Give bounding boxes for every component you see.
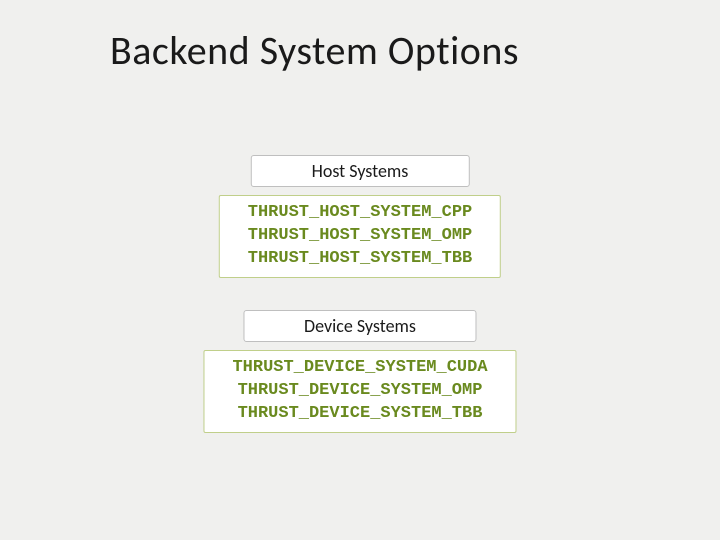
slide: Backend System Options Host Systems THRU… <box>0 0 720 540</box>
device-option-tbb: THRUST_DEVICE_SYSTEM_TBB <box>232 403 487 426</box>
host-systems-group: Host Systems THRUST_HOST_SYSTEM_CPP THRU… <box>219 155 501 278</box>
device-option-omp: THRUST_DEVICE_SYSTEM_OMP <box>232 380 487 403</box>
host-option-omp: THRUST_HOST_SYSTEM_OMP <box>248 225 472 248</box>
host-systems-label: Host Systems <box>251 155 470 187</box>
host-option-tbb: THRUST_HOST_SYSTEM_TBB <box>248 248 472 271</box>
host-systems-options: THRUST_HOST_SYSTEM_CPP THRUST_HOST_SYSTE… <box>219 195 501 278</box>
device-option-cuda: THRUST_DEVICE_SYSTEM_CUDA <box>232 357 487 380</box>
device-systems-label: Device Systems <box>243 310 477 342</box>
device-systems-group: Device Systems THRUST_DEVICE_SYSTEM_CUDA… <box>203 310 516 433</box>
device-systems-options: THRUST_DEVICE_SYSTEM_CUDA THRUST_DEVICE_… <box>203 350 516 433</box>
slide-title: Backend System Options <box>110 26 519 75</box>
host-option-cpp: THRUST_HOST_SYSTEM_CPP <box>248 202 472 225</box>
